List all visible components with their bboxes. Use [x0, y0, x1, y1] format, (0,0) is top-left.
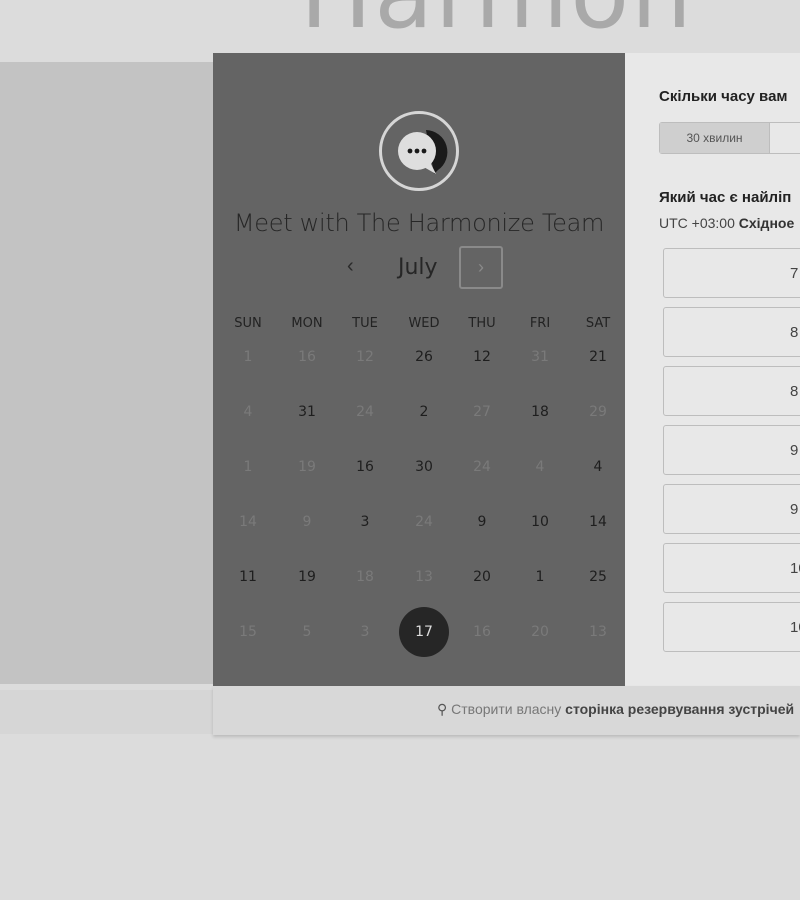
time-slot-button[interactable]: 8	[663, 366, 800, 416]
calendar-day: 27	[473, 404, 491, 420]
chat-bubble-icon	[379, 111, 459, 191]
calendar-day: 19	[298, 459, 316, 475]
calendar-day[interactable]: 14	[573, 514, 623, 530]
calendar-day: 14	[239, 514, 257, 530]
calendar-day: 18	[356, 569, 374, 585]
time-slot-button[interactable]: 9	[663, 484, 800, 534]
event-title: Meet with The Harmonize Team	[233, 209, 605, 237]
calendar-day: 9	[302, 514, 312, 530]
duration-selector: 30 хвилин	[659, 122, 800, 154]
calendar-day: 13	[415, 569, 433, 585]
time-slot-button[interactable]: 9	[663, 425, 800, 475]
calendar-day: 24	[473, 459, 491, 475]
calendar-day[interactable]: 21	[573, 349, 623, 365]
weekday-tue: TUE	[352, 316, 378, 331]
calendar-day: 1	[243, 349, 253, 365]
month-label: July	[398, 255, 438, 280]
duration-option-30[interactable]: 30 хвилин	[660, 123, 770, 153]
booking-panel: Скільки часу вам 30 хвилин Який час є на…	[625, 53, 800, 686]
page-sidebar-footer	[0, 690, 213, 734]
calendar-day: 5	[302, 624, 312, 640]
time-slot-button[interactable]: 10	[663, 602, 800, 652]
weekday-sat: SAT	[585, 316, 611, 331]
calendar-day[interactable]: 19	[282, 569, 332, 585]
footer-prefix: Створити власну	[451, 701, 562, 717]
calendar-day: 29	[589, 404, 607, 420]
calendar-day[interactable]: 11	[223, 569, 273, 585]
calendar-day: 13	[589, 624, 607, 640]
timezone-offset: UTC +03:00	[659, 215, 735, 231]
calendar-day[interactable]: 30	[399, 459, 449, 475]
calendar-day[interactable]: 12	[457, 349, 507, 365]
calendar-day: 15	[239, 624, 257, 640]
footer-link[interactable]: сторінка резервування зустрічей	[565, 701, 794, 717]
page-sidebar-overlay	[0, 62, 213, 684]
calendar-day: 16	[473, 624, 491, 640]
footer-bar: ⚲ Створити власну сторінка резервування …	[213, 686, 800, 735]
calendar-day[interactable]: 9	[457, 514, 507, 530]
calendar-day[interactable]: 2	[399, 404, 449, 420]
hubspot-sprocket-icon: ⚲	[437, 701, 448, 717]
calendar-day[interactable]: 16	[340, 459, 390, 475]
calendar-day[interactable]: 25	[573, 569, 623, 585]
time-question: Який час є найліп	[659, 189, 792, 206]
calendar-panel: Meet with The Harmonize Team ‹ July › SU…	[213, 53, 625, 686]
calendar-day: 4	[535, 459, 545, 475]
calendar-day[interactable]: 18	[515, 404, 565, 420]
weekday-thu: THU	[468, 316, 496, 331]
weekday-wed: WED	[408, 316, 440, 331]
calendar-day: 1	[243, 459, 253, 475]
timezone-selector[interactable]: UTC +03:00 Східное	[659, 215, 794, 231]
time-slot-button[interactable]: 10	[663, 543, 800, 593]
chevron-right-icon: ›	[478, 257, 484, 277]
calendar-day: 4	[243, 404, 253, 420]
calendar-day[interactable]: 26	[399, 349, 449, 365]
calendar-day[interactable]: 20	[457, 569, 507, 585]
calendar-day: 24	[356, 404, 374, 420]
calendar-day: 3	[360, 624, 370, 640]
next-month-button[interactable]: ›	[459, 246, 503, 289]
weekday-sun: SUN	[234, 316, 262, 331]
calendar-day: 12	[356, 349, 374, 365]
weekday-fri: FRI	[529, 316, 551, 331]
calendar-day-selected[interactable]: 17	[399, 607, 449, 657]
weekday-mon: MON	[291, 316, 323, 331]
calendar-day[interactable]: 3	[340, 514, 390, 530]
calendar-day: 31	[531, 349, 549, 365]
brand-logo: Harmon	[300, 0, 694, 50]
timezone-name: Східное	[738, 215, 795, 231]
calendar-day: 24	[415, 514, 433, 530]
time-slot-button[interactable]: 7	[663, 248, 800, 298]
chevron-left-icon[interactable]: ‹	[347, 255, 354, 278]
calendar-day: 16	[298, 349, 316, 365]
calendar-day: 20	[531, 624, 549, 640]
calendar-day[interactable]: 1	[515, 569, 565, 585]
calendar-day[interactable]: 4	[573, 459, 623, 475]
calendar-day[interactable]: 10	[515, 514, 565, 530]
duration-question: Скільки часу вам	[659, 88, 788, 105]
calendar-day[interactable]: 31	[282, 404, 332, 420]
time-slot-button[interactable]: 8	[663, 307, 800, 357]
